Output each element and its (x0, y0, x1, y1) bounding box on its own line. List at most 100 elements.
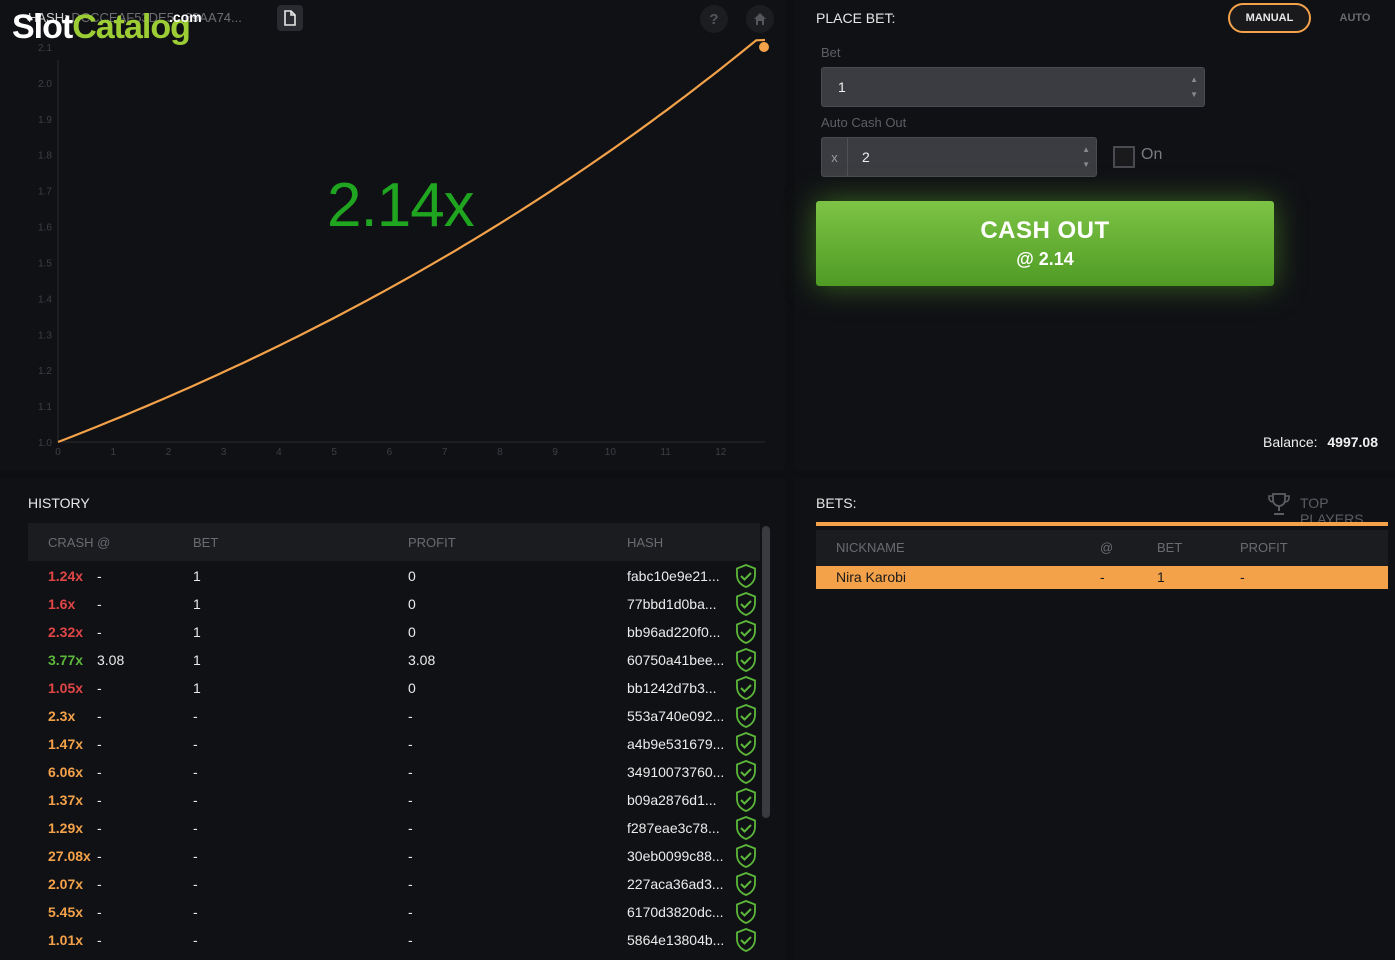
col-hash: HASH (627, 535, 664, 550)
shield-check-icon[interactable] (733, 647, 759, 673)
bet-value: - (193, 876, 198, 892)
history-row: 27.08x - - -30eb0099c88... (28, 842, 760, 870)
bet-value: - (193, 932, 198, 948)
auto-cashout-value: 2 (862, 149, 870, 165)
shield-check-icon[interactable] (733, 731, 759, 757)
shield-check-icon[interactable] (733, 675, 759, 701)
y-tick-label: 1.6 (38, 223, 52, 234)
col-profit: PROFIT (408, 535, 456, 550)
cashed-value: - (97, 596, 102, 612)
bet-value: 1 (193, 596, 201, 612)
history-row: 6.06x - - -34910073760... (28, 758, 760, 786)
trophy-icon[interactable] (1266, 491, 1292, 517)
profit-value: - (408, 708, 413, 724)
auto-cashout-stepper[interactable]: ▲ ▼ (1082, 142, 1090, 172)
crash-value: 5.45x (48, 904, 84, 920)
col-crash: CRASH @ (48, 535, 111, 550)
shield-check-icon[interactable] (733, 703, 759, 729)
bet-value: - (193, 904, 198, 920)
up-arrow-icon[interactable]: ▲ (1190, 72, 1198, 87)
cashed-value: - (97, 568, 102, 584)
bet-input[interactable]: 1 ▲ ▼ (821, 67, 1205, 107)
help-button[interactable]: ? (700, 5, 728, 33)
auto-mode-button[interactable]: AUTO (1323, 3, 1387, 33)
auto-cashout-checkbox[interactable] (1113, 146, 1135, 168)
y-tick-label: 1.5 (38, 258, 52, 269)
history-row: 1.29x - - - f287eae3c78... (28, 814, 760, 842)
history-row: 2.3x - - - 553a740e092... (28, 702, 760, 730)
auto-cashout-input[interactable]: x 2 ▲ ▼ (821, 137, 1097, 177)
history-row: 1.37x - - - b09a2876d1... (28, 786, 760, 814)
x-tick-label: 7 (442, 447, 448, 458)
bet-value: 1 (193, 568, 201, 584)
crash-value: 1.29x (48, 820, 84, 836)
x-tick-label: 12 (715, 447, 727, 458)
shield-check-icon[interactable] (733, 591, 759, 617)
shield-check-icon[interactable] (733, 563, 759, 589)
down-arrow-icon[interactable]: ▼ (1190, 87, 1198, 102)
shield-check-icon[interactable] (733, 927, 759, 953)
y-tick-label: 2.0 (38, 79, 52, 90)
cash-out-multiplier: @ 2.14 (1016, 249, 1074, 269)
bets-panel: BETS: TOP PLAYERS NICKNAME @ BET PROFIT … (795, 478, 1395, 960)
profit-value: - (408, 848, 413, 864)
shield-check-icon[interactable] (733, 843, 759, 869)
cashed-value: - (97, 680, 102, 696)
home-button[interactable] (746, 5, 774, 33)
curve-end-point (759, 42, 769, 52)
bet-value: - (193, 820, 198, 836)
cash-out-label: CASH OUT (980, 217, 1110, 244)
document-button[interactable] (277, 5, 303, 31)
hash-value: 6170d3820dc... (627, 904, 724, 920)
crash-value: 1.47x (48, 736, 84, 752)
shield-check-icon[interactable] (733, 619, 759, 645)
history-row: 5.45x - - -6170d3820dc... (28, 898, 760, 926)
cashed-value: - (97, 876, 102, 892)
y-tick-label: 1.0 (38, 438, 52, 449)
crash-value: 1.24x (48, 568, 84, 584)
balance-label: Balance: (1263, 434, 1318, 450)
cashed-value: - (97, 820, 102, 836)
place-bet-panel: PLACE BET: MANUAL AUTO Bet 1 ▲ ▼ Auto Ca… (795, 0, 1395, 470)
bet-value: - (193, 848, 198, 864)
profit-value: 3.08 (408, 652, 436, 668)
up-arrow-icon[interactable]: ▲ (1082, 142, 1090, 157)
hash-value: 77bbd1d0ba... (627, 596, 717, 612)
x-tick-label: 2 (166, 447, 172, 458)
bet-nickname: Nira Karobi (836, 569, 907, 585)
shield-check-icon[interactable] (733, 871, 759, 897)
bet-value: - (193, 736, 198, 752)
shield-check-icon[interactable] (733, 759, 759, 785)
hash-value: 227aca36ad3... (627, 876, 724, 892)
x-tick-label: 9 (552, 447, 558, 458)
shield-check-icon[interactable] (733, 815, 759, 841)
down-arrow-icon[interactable]: ▼ (1082, 157, 1090, 172)
hash-value: bb1242d7b3... (627, 680, 717, 696)
cashed-value: - (97, 932, 102, 948)
hash-value: a4b9e531679... (627, 736, 725, 752)
bet-value: - (193, 792, 198, 808)
history-row: 1.24x - 1 0 fabc10e9e21... (28, 562, 760, 590)
y-tick-label: 1.1 (38, 402, 52, 413)
bet-value: 1 (193, 652, 201, 668)
history-row: 1.6x - 1 0 77bbd1d0ba... (28, 590, 760, 618)
y-tick-label: 1.8 (38, 151, 52, 162)
history-row: 1.05x - 1 0 bb1242d7b3... (28, 674, 760, 702)
y-tick-label: 1.4 (38, 294, 52, 305)
cashed-value: - (97, 624, 102, 640)
cashed-value: - (97, 848, 102, 864)
x-tick-label: 5 (331, 447, 337, 458)
current-multiplier: 2.14x (327, 171, 475, 240)
profit-value: - (408, 820, 413, 836)
cash-out-button[interactable]: CASH OUT @ 2.14 (816, 201, 1274, 286)
manual-mode-button[interactable]: MANUAL (1228, 3, 1311, 33)
shield-check-icon[interactable] (733, 899, 759, 925)
crash-value: 1.37x (48, 792, 84, 808)
auto-cashout-on-label: On (1141, 146, 1163, 163)
bet-stepper[interactable]: ▲ ▼ (1190, 72, 1198, 102)
shield-check-icon[interactable] (733, 787, 759, 813)
crash-value: 2.07x (48, 876, 84, 892)
profit-value: 0 (408, 624, 416, 640)
crash-value: 2.32x (48, 624, 84, 640)
history-scrollbar[interactable] (762, 526, 770, 818)
